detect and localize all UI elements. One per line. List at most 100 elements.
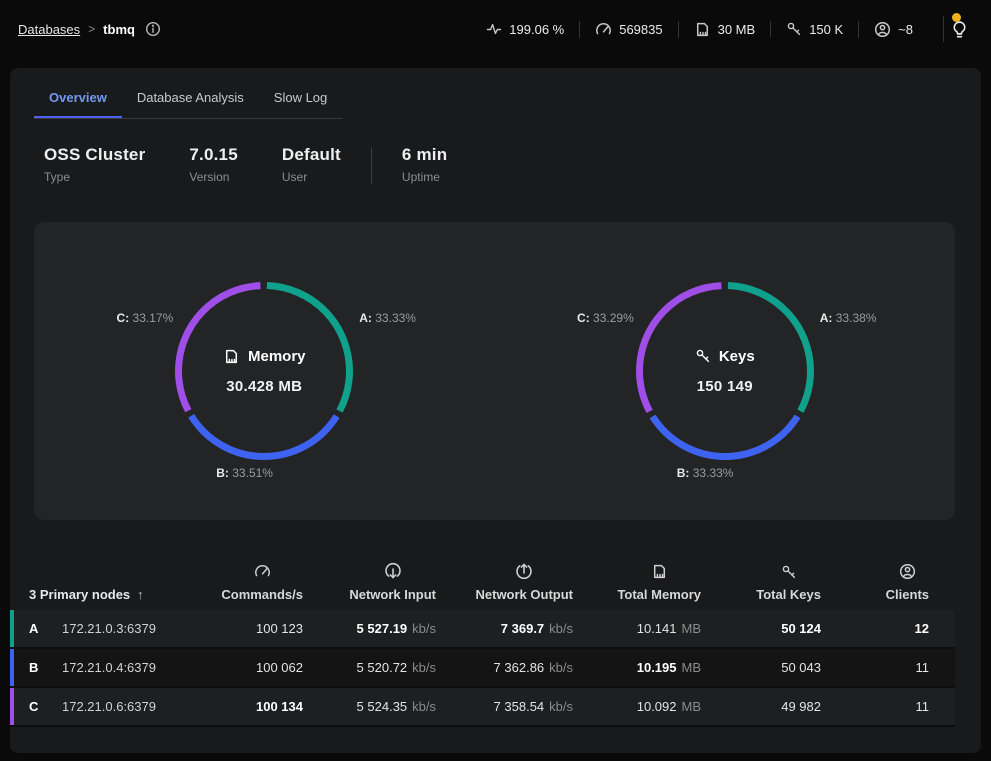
table-header: 3 Primary nodes ↑ Commands/s Network Inpu… — [10, 562, 955, 610]
memory-icon — [223, 348, 240, 365]
memory-icon — [694, 21, 711, 38]
cell-total-memory: 10.092MB — [573, 699, 701, 714]
topbar-metric[interactable]: 569835 — [579, 21, 677, 38]
chart-title: Memory — [248, 348, 306, 365]
column-header-commands[interactable]: Commands/s — [195, 563, 303, 602]
metric-value: 569835 — [619, 22, 662, 37]
info-icon[interactable] — [145, 21, 161, 37]
commands-icon — [254, 563, 271, 580]
tab-slow-log[interactable]: Slow Log — [259, 84, 342, 118]
cell-total-keys: 49 982 — [701, 699, 821, 714]
unit-label: kb/s — [549, 699, 573, 714]
node-address: 172.21.0.6:6379 — [62, 699, 156, 714]
cpu-usage-icon — [486, 21, 502, 37]
column-label: Commands/s — [221, 587, 303, 602]
notification-dot — [952, 13, 961, 22]
column-header-network-input[interactable]: Network Input — [303, 562, 436, 602]
breadcrumb: Databases > tbmq — [18, 21, 161, 37]
info-value: 7.0.15 — [189, 145, 237, 165]
column-header-nodes[interactable]: 3 Primary nodes ↑ — [10, 587, 195, 602]
cell-total-keys: 50 124 — [701, 621, 821, 636]
topbar-metric[interactable]: 199.06 % — [471, 21, 579, 37]
cell-network-output: 7 369.7kb/s — [436, 621, 573, 636]
segment-label-b: B: 33.33% — [677, 466, 734, 480]
column-label: Total Keys — [756, 587, 821, 602]
cell-total-memory: 10.195MB — [573, 660, 701, 675]
cell-clients: 11 — [821, 660, 929, 675]
donut-center: Memory 30.428 MB — [175, 282, 353, 460]
info-version: 7.0.15 Version — [189, 145, 237, 184]
memory-icon — [651, 563, 668, 580]
info-value: OSS Cluster — [44, 145, 145, 165]
breadcrumb-databases-link[interactable]: Databases — [18, 22, 80, 37]
segment-label-b: B: 33.51% — [216, 466, 273, 480]
tabs-bar: OverviewDatabase AnalysisSlow Log — [34, 84, 342, 119]
column-label: Network Input — [349, 587, 436, 602]
topbar-right: 199.06 % 569835 30 MB 150 K ~8 — [471, 16, 975, 42]
topbar: Databases > tbmq 199.06 % 569835 30 MB 150 … — [0, 0, 991, 58]
notifications-button[interactable] — [943, 16, 975, 42]
breadcrumb-current: tbmq — [103, 22, 135, 37]
chart-title: Keys — [719, 348, 755, 365]
info-type: OSS ClusterType — [44, 145, 145, 184]
table-row-node-b[interactable]: B172.21.0.4:6379100 0625 520.72kb/s7 362… — [10, 649, 955, 688]
unit-label: kb/s — [549, 660, 573, 675]
cell-total-memory: 10.141MB — [573, 621, 701, 636]
table-row-node-a[interactable]: A172.21.0.3:6379100 1235 527.19kb/s7 369… — [10, 610, 955, 649]
column-header-network-output[interactable]: Network Output — [436, 562, 573, 602]
breadcrumb-separator: > — [88, 22, 95, 36]
column-label: Total Memory — [617, 587, 701, 602]
column-header-clients[interactable]: Clients — [821, 563, 929, 602]
donut-center: Keys150 149 — [636, 282, 814, 460]
clients-icon — [899, 563, 916, 580]
cell-network-output: 7 362.86kb/s — [436, 660, 573, 675]
topbar-metric[interactable]: 30 MB — [678, 21, 771, 38]
cell-clients: 11 — [821, 699, 929, 714]
segment-label-c: C: 33.29% — [577, 311, 634, 325]
unit-label: MB — [682, 699, 702, 714]
metric-value: ~8 — [898, 22, 913, 37]
column-label: Clients — [886, 587, 929, 602]
unit-label: kb/s — [412, 699, 436, 714]
column-header-total-keys[interactable]: Total Keys — [701, 564, 821, 602]
network-input-icon — [384, 562, 402, 580]
charts-panel: Memory30.428 MBA: 33.33%B: 33.51%C: 33.1… — [34, 222, 955, 520]
commands-icon — [595, 21, 612, 38]
info-label: Version — [189, 170, 237, 184]
app: Databases > tbmq 199.06 % 569835 30 MB 150 … — [0, 0, 991, 761]
key-icon — [786, 21, 802, 37]
donut: Memory 30.428 MB — [175, 282, 353, 460]
key-icon — [695, 348, 711, 364]
unit-label: kb/s — [412, 621, 436, 636]
donut-chart-memory: Memory30.428 MBA: 33.33%B: 33.51%C: 33.1… — [34, 222, 495, 520]
key-icon — [781, 564, 797, 580]
tab-overview[interactable]: Overview — [34, 84, 122, 118]
nodes-table: 3 Primary nodes ↑ Commands/s Network Inpu… — [10, 562, 955, 727]
cell-total-keys: 50 043 — [701, 660, 821, 675]
node-cell: C172.21.0.6:6379 — [10, 699, 195, 714]
metric-value: 150 K — [809, 22, 843, 37]
chart-value: 30.428 MB — [226, 378, 302, 395]
donut-chart-keys: Keys150 149A: 33.38%B: 33.33%C: 33.29% — [495, 222, 956, 520]
node-letter: A — [29, 621, 62, 636]
info-user: Default User — [282, 145, 341, 184]
info-row: OSS ClusterType7.0.15VersionDefaultUser6… — [44, 145, 955, 184]
column-label: Network Output — [476, 587, 574, 602]
lightbulb-icon — [950, 20, 969, 40]
tabs: OverviewDatabase AnalysisSlow Log — [34, 84, 342, 118]
tab-database-analysis[interactable]: Database Analysis — [122, 84, 259, 118]
info-label: User — [282, 170, 341, 184]
cell-network-input: 5 520.72kb/s — [303, 660, 436, 675]
info-value: Default — [282, 145, 341, 165]
cell-commands: 100 062 — [195, 660, 303, 675]
vertical-divider — [371, 147, 372, 184]
topbar-metric[interactable]: ~8 — [858, 21, 928, 38]
node-address: 172.21.0.3:6379 — [62, 621, 156, 636]
node-cell: B172.21.0.4:6379 — [10, 660, 195, 675]
donut: Keys150 149 — [636, 282, 814, 460]
table-row-node-c[interactable]: C172.21.0.6:6379100 1345 524.35kb/s7 358… — [10, 688, 955, 727]
unit-label: kb/s — [412, 660, 436, 675]
topbar-metric[interactable]: 150 K — [770, 21, 858, 37]
column-header-total-memory[interactable]: Total Memory — [573, 563, 701, 602]
unit-label: kb/s — [549, 621, 573, 636]
